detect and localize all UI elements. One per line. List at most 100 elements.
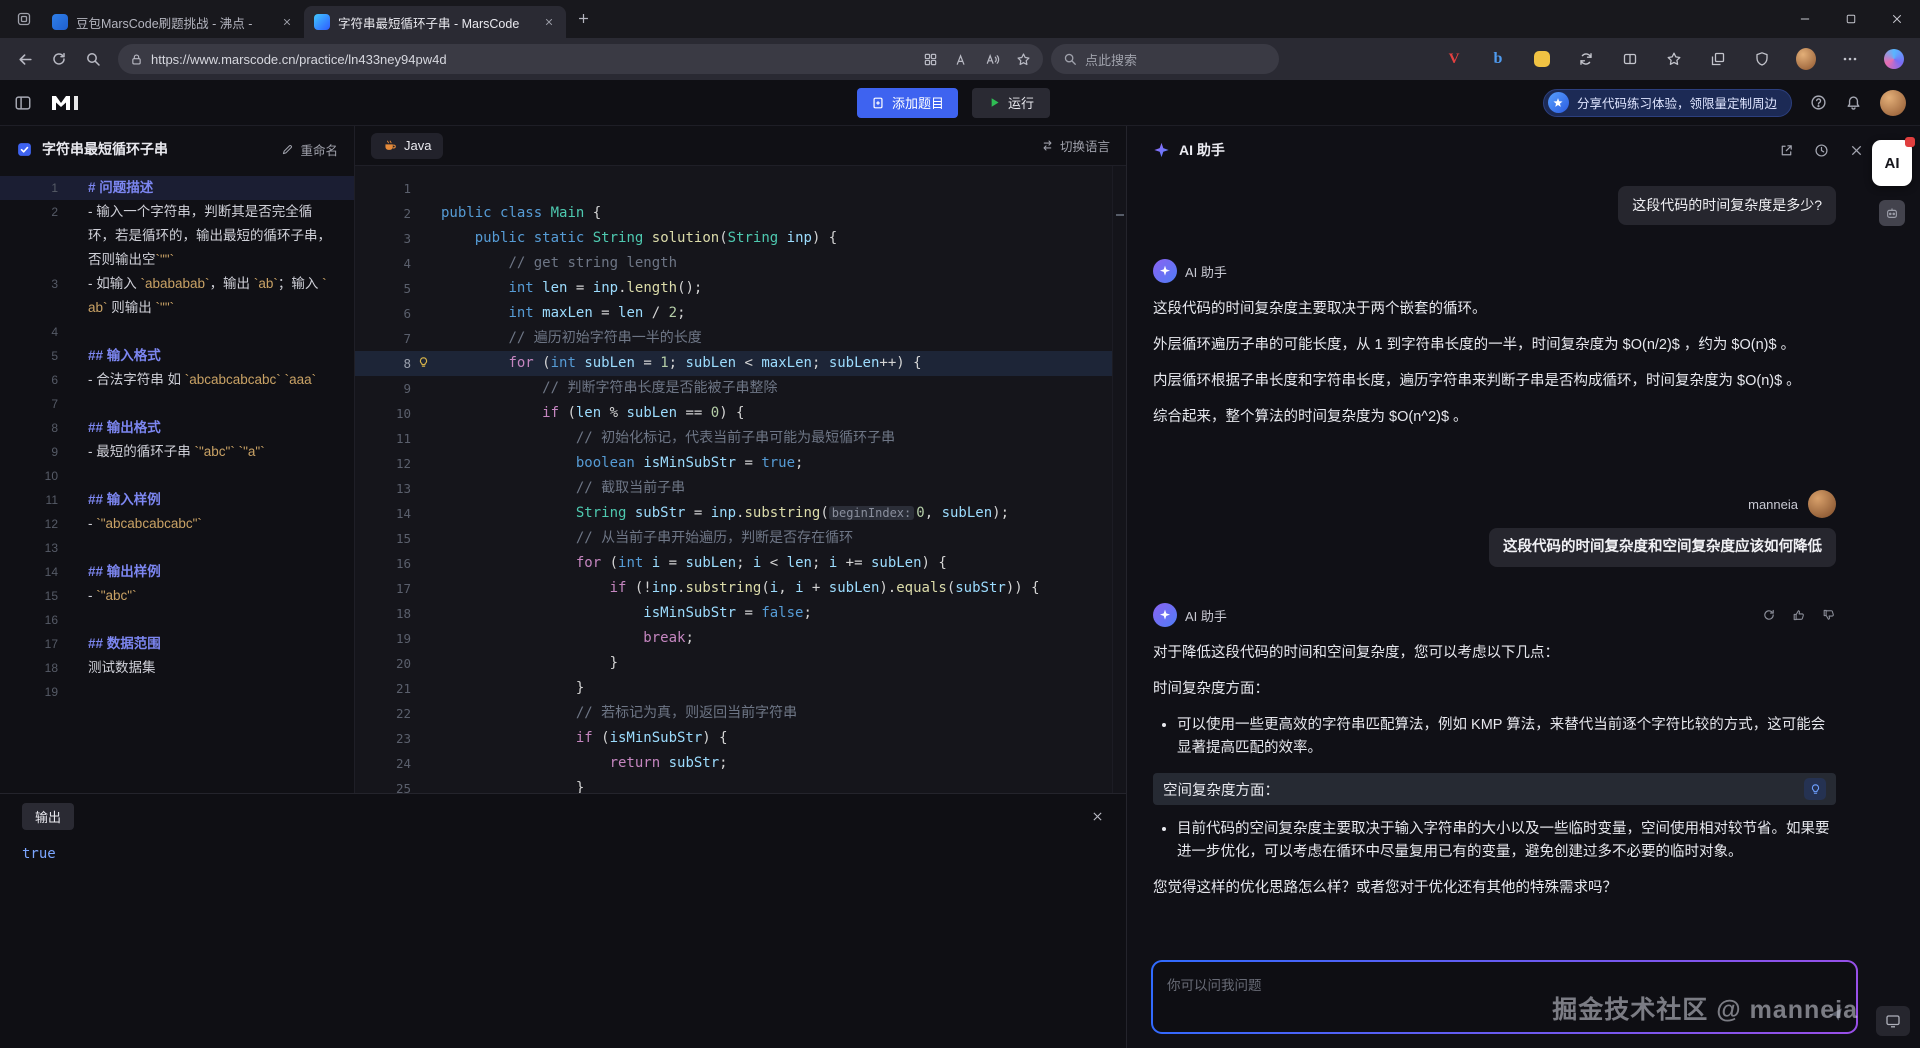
- open-in-new-icon[interactable]: [1779, 143, 1794, 158]
- ai-avatar: [1153, 603, 1177, 627]
- code-line[interactable]: 17 if (!inp.substring(i, i + subLen).equ…: [355, 576, 1126, 601]
- code-line[interactable]: 21 }: [355, 676, 1126, 701]
- minimap-scrollbar[interactable]: [1112, 166, 1126, 793]
- workspaces-icon[interactable]: [10, 5, 38, 33]
- send-icon[interactable]: [1827, 1006, 1844, 1023]
- sync-icon[interactable]: [1576, 49, 1596, 69]
- code-line[interactable]: 12 boolean isMinSubStr = true;: [355, 451, 1126, 476]
- split-screen-icon[interactable]: [1620, 49, 1640, 69]
- thumbs-down-icon[interactable]: [1822, 608, 1836, 622]
- read-aloud-icon[interactable]: [985, 52, 1000, 67]
- notifications-bell-icon[interactable]: [1845, 94, 1862, 111]
- code-line[interactable]: 4 // get string length: [355, 251, 1126, 276]
- code-line[interactable]: 14 String subStr = inp.substring(beginIn…: [355, 501, 1126, 526]
- code-line[interactable]: 10 if (len % subLen == 0) {: [355, 401, 1126, 426]
- code-line[interactable]: 6 int maxLen = len / 2;: [355, 301, 1126, 326]
- promo-banner[interactable]: 分享代码练习体验，领限量定制周边: [1543, 89, 1792, 117]
- problem-line: 13: [0, 536, 354, 560]
- history-icon[interactable]: [1814, 143, 1829, 158]
- code-line[interactable]: 9 // 判断字符串长度是否能被子串整除: [355, 376, 1126, 401]
- close-panel-icon[interactable]: [1849, 143, 1864, 158]
- browser-titlebar: 豆包MarsCode刷题挑战 - 沸点 - 字符串最短循环子串 - MarsCo…: [0, 0, 1920, 38]
- favorite-star-icon[interactable]: [1016, 52, 1031, 67]
- user-avatar[interactable]: [1880, 90, 1906, 116]
- code-line[interactable]: 5 int len = inp.length();: [355, 276, 1126, 301]
- marscode-logo[interactable]: [50, 93, 80, 113]
- code-line[interactable]: 3 public static String solution(String i…: [355, 226, 1126, 251]
- problem-line: 7: [0, 392, 354, 416]
- extension-icon[interactable]: [1879, 200, 1905, 226]
- regenerate-icon[interactable]: [1762, 608, 1776, 622]
- code-line[interactable]: 7 // 遍历初始字符串一半的长度: [355, 326, 1126, 351]
- code-line[interactable]: 20 }: [355, 651, 1126, 676]
- problem-line: 14## 输出样例: [0, 560, 354, 584]
- language-chip[interactable]: Java: [371, 133, 443, 159]
- highlighted-line: 空间复杂度方面：: [1153, 773, 1836, 805]
- code-line[interactable]: 11 // 初始化标记，代表当前子串可能为最短循环子串: [355, 426, 1126, 451]
- translate-icon[interactable]: [954, 52, 969, 67]
- code-line[interactable]: 25 }: [355, 776, 1126, 793]
- code-line[interactable]: 23 if (isMinSubStr) {: [355, 726, 1126, 751]
- run-button[interactable]: 运行: [972, 88, 1050, 118]
- lightbulb-icon[interactable]: [417, 356, 430, 369]
- ai-extension-button[interactable]: AI: [1872, 140, 1912, 186]
- close-window-button[interactable]: [1874, 0, 1920, 38]
- apps-grid-icon[interactable]: [923, 52, 938, 67]
- output-panel: 输出 true: [0, 793, 1126, 1048]
- code-line[interactable]: 2public class Main {: [355, 201, 1126, 226]
- profile-avatar[interactable]: [1796, 49, 1816, 69]
- user-message-2: 这段代码的时间复杂度和空间复杂度应该如何降低: [1489, 528, 1836, 567]
- screencast-icon[interactable]: [1876, 1006, 1910, 1036]
- chat-input[interactable]: [1153, 962, 1856, 1032]
- collections-icon[interactable]: [1708, 49, 1728, 69]
- output-close-icon[interactable]: [1091, 810, 1104, 823]
- address-bar[interactable]: https://www.marscode.cn/practice/ln433ne…: [118, 44, 1043, 74]
- code-line[interactable]: 15 // 从当前子串开始遍历，判断是否存在循环: [355, 526, 1126, 551]
- code-line[interactable]: 22 // 若标记为真，则返回当前字符串: [355, 701, 1126, 726]
- code-line[interactable]: 13 // 截取当前子串: [355, 476, 1126, 501]
- new-tab-button[interactable]: [570, 5, 596, 31]
- help-icon[interactable]: [1810, 94, 1827, 111]
- code-line[interactable]: 16 for (int i = subLen; i < len; i += su…: [355, 551, 1126, 576]
- chat-input-container: [1151, 960, 1858, 1034]
- add-problem-button[interactable]: 添加题目: [857, 88, 958, 118]
- code-line[interactable]: 19 break;: [355, 626, 1126, 651]
- extension-yellow-icon[interactable]: [1532, 49, 1552, 69]
- collapse-panel-icon[interactable]: [14, 94, 32, 112]
- browser-tab-2[interactable]: 字符串最短循环子串 - MarsCode: [304, 6, 566, 38]
- problem-content[interactable]: 1# 问题描述2- 输入一个字符串，判断其是否完全循环，若是循环的，输出最短的循…: [0, 172, 354, 793]
- browser-tab-1[interactable]: 豆包MarsCode刷题挑战 - 沸点 -: [42, 6, 304, 38]
- tab2-close-icon[interactable]: [540, 13, 558, 31]
- extension-v-icon[interactable]: V: [1444, 49, 1464, 69]
- editor-panel: Java 切换语言 12public class Main {3 public …: [355, 126, 1126, 793]
- more-menu-icon[interactable]: [1840, 49, 1860, 69]
- bing-icon[interactable]: b: [1488, 49, 1508, 69]
- code-line[interactable]: 18 isMinSubStr = false;: [355, 601, 1126, 626]
- tab1-close-icon[interactable]: [278, 13, 296, 31]
- switch-language-button[interactable]: 切换语言: [1041, 136, 1110, 155]
- problem-line: 8## 输出格式: [0, 416, 354, 440]
- search-icon: [1063, 52, 1077, 66]
- code-line[interactable]: 8 for (int subLen = 1; subLen < maxLen; …: [355, 351, 1126, 376]
- browser-essentials-icon[interactable]: [1752, 49, 1772, 69]
- maximize-button[interactable]: [1828, 0, 1874, 38]
- code-line[interactable]: 24 return subStr;: [355, 751, 1126, 776]
- code-lines: 12public class Main {3 public static Str…: [355, 176, 1126, 793]
- favorites-bar-icon[interactable]: [1664, 49, 1684, 69]
- refresh-icon[interactable]: [42, 43, 76, 75]
- toolbar-search-icon[interactable]: [76, 43, 110, 75]
- minimize-button[interactable]: [1782, 0, 1828, 38]
- rename-button[interactable]: 重命名: [281, 140, 338, 159]
- output-tab[interactable]: 输出: [22, 803, 74, 830]
- back-icon[interactable]: [8, 43, 42, 75]
- insight-lightbulb-icon[interactable]: [1804, 778, 1826, 800]
- thumbs-up-icon[interactable]: [1792, 608, 1806, 622]
- code-editor[interactable]: 12public class Main {3 public static Str…: [355, 166, 1126, 793]
- user-name: manneia: [1748, 497, 1798, 512]
- problem-line: 9- 最短的循环子串 `"abc"` `"a"`: [0, 440, 354, 464]
- ai-message-2: AI 助手 对于降低这段代码的时间和空间复杂度，您可以考虑以下几点： 时间复杂度…: [1153, 603, 1836, 913]
- copilot-icon[interactable]: [1884, 49, 1904, 69]
- quick-search-box[interactable]: 点此搜索: [1051, 44, 1279, 74]
- tab2-title: 字符串最短循环子串 - MarsCode: [338, 13, 532, 32]
- code-line[interactable]: 1: [355, 176, 1126, 201]
